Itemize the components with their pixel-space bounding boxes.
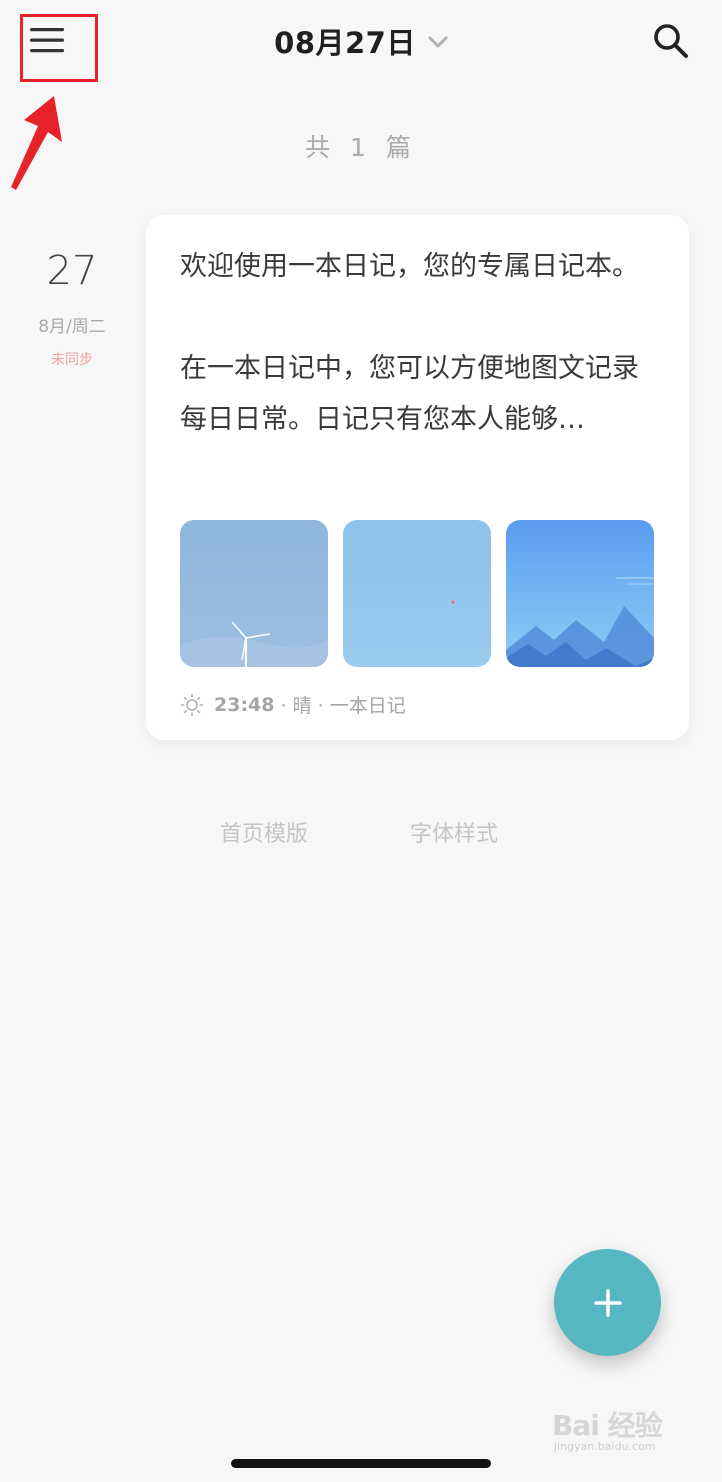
- plus-icon: [593, 1288, 622, 1317]
- entry-text: 欢迎使用一本日记，您的专属日记本。 在一本日记中，您可以方便地图文记录每日日常。…: [180, 251, 639, 435]
- entry-day: 27: [46, 248, 98, 294]
- date-selector[interactable]: 08月27日: [0, 20, 722, 62]
- entry-image-wind-turbine[interactable]: [180, 520, 328, 667]
- entry-time: 23:48: [214, 693, 275, 716]
- search-icon[interactable]: [652, 22, 690, 60]
- baidu-jingyan-watermark: Bai 经验 jingyan.baidu.com: [552, 1404, 692, 1464]
- font-style-link[interactable]: 字体样式: [410, 816, 498, 848]
- chevron-down-icon: [428, 36, 448, 48]
- homepage-template-link[interactable]: 首页模版: [220, 816, 308, 848]
- date-title: 08月27日: [274, 26, 416, 60]
- home-indicator[interactable]: [231, 1459, 491, 1468]
- sync-status: 未同步: [51, 352, 93, 368]
- entry-meta: 23:48 · 晴 · 一本日记: [180, 691, 406, 718]
- entry-image-mountains[interactable]: [506, 520, 654, 667]
- watermark-sub: jingyan.baidu.com: [554, 1440, 656, 1453]
- sun-icon: [180, 693, 204, 716]
- entry-month-weekday: 8月/周二: [38, 317, 106, 337]
- entry-image-sky[interactable]: [343, 520, 491, 667]
- entry-weather-source: · 晴 · 一本日记: [274, 695, 406, 717]
- add-entry-button[interactable]: [554, 1249, 661, 1356]
- entry-count: 共 1 篇: [305, 133, 417, 162]
- diary-entry-card[interactable]: 欢迎使用一本日记，您的专属日记本。 在一本日记中，您可以方便地图文记录每日日常。…: [146, 215, 689, 740]
- watermark-main: Bai 经验: [552, 1409, 663, 1442]
